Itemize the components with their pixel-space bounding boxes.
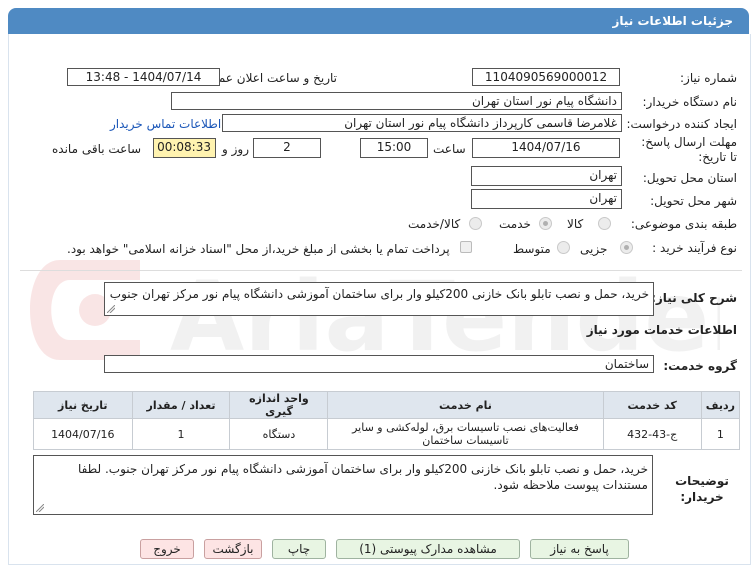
col-header-row-number: ردیف — [700, 391, 741, 419]
services-table: ردیف کد خدمت نام خدمت واحد اندازه گیری ت… — [33, 391, 741, 450]
creator-label: ایجاد کننده درخواست: — [626, 117, 737, 131]
category-option-service-label: خدمت — [499, 217, 531, 231]
process-label: نوع فرآیند خرید : — [652, 241, 737, 255]
days-field: 2 — [253, 138, 321, 158]
category-option-both-radio[interactable] — [469, 217, 482, 230]
buyer-org-field: دانشگاه پیام نور استان تهران — [171, 92, 622, 110]
category-option-goods-label: کالا — [567, 217, 584, 231]
days-label: روز و — [222, 142, 249, 156]
category-option-goods-radio[interactable] — [598, 217, 611, 230]
service-group-field: ساختمان — [104, 355, 654, 373]
buyer-notes-text: خرید، حمل و نصب تابلو بانک خازنی 200کیلو… — [77, 462, 648, 492]
deadline-date-field: 1404/07/16 — [472, 138, 620, 158]
description-label: شرح کلی نیاز: — [651, 291, 737, 305]
treasury-checkbox[interactable] — [460, 241, 472, 253]
col-header-need-date: تاریخ نیاز — [33, 391, 133, 419]
city-label: شهر محل تحویل: — [650, 194, 737, 208]
page-title: جزئیات اطلاعات نیاز — [612, 14, 733, 28]
announce-field: 1404/07/14 - 13:48 — [67, 68, 220, 86]
category-option-both-label: کالا/خدمت — [408, 217, 461, 231]
deadline-label: مهلت ارسال پاسخ: تا تاریخ: — [641, 135, 737, 164]
remaining-time-field: 00:08:33 — [153, 138, 216, 158]
separator — [20, 270, 742, 271]
deadline-time-field: 15:00 — [360, 138, 428, 158]
cell-row-number: 1 — [700, 418, 741, 450]
table-row: 1 ج-43-432 فعالیت‌های نصب تاسیسات برق، ل… — [33, 418, 741, 450]
process-option-medium-radio[interactable] — [557, 241, 570, 254]
buyer-notes-textarea[interactable]: خرید، حمل و نصب تابلو بانک خازنی 200کیلو… — [33, 455, 653, 515]
cell-quantity: 1 — [131, 418, 231, 450]
print-button[interactable]: چاپ — [272, 539, 326, 559]
description-textarea[interactable]: خرید، حمل و نصب تابلو بانک خازنی 200کیلو… — [104, 282, 654, 316]
description-text: خرید، حمل و نصب تابلو بانک خازنی 200کیلو… — [109, 287, 649, 301]
resize-handle-icon[interactable] — [107, 305, 115, 313]
services-section-title: اطلاعات خدمات مورد نیاز — [586, 323, 737, 337]
col-header-service-code: کد خدمت — [602, 391, 702, 419]
resize-handle-icon[interactable] — [36, 504, 44, 512]
buyer-notes-label: توضیحات خریدار: — [675, 474, 729, 504]
creator-field: غلامرضا قاسمی کارپرداز دانشگاه پیام نور … — [222, 114, 622, 132]
page-header: جزئیات اطلاعات نیاز — [8, 8, 749, 34]
col-header-unit: واحد اندازه گیری — [229, 391, 329, 419]
need-number-field: 1104090569000012 — [472, 68, 620, 86]
cell-service-code: ج-43-432 — [602, 418, 702, 450]
buyer-org-label: نام دستگاه خریدار: — [642, 95, 738, 109]
deadline-time-label: ساعت — [433, 142, 466, 156]
process-option-minor-label: جزیی — [580, 242, 608, 256]
province-field: تهران — [471, 166, 622, 186]
col-header-quantity: تعداد / مقدار — [131, 391, 231, 419]
province-label: استان محل تحویل: — [642, 171, 737, 185]
process-option-minor-radio[interactable] — [620, 241, 633, 254]
process-option-medium-label: متوسط — [513, 242, 551, 256]
cell-unit: دستگاه — [229, 418, 329, 450]
contact-info-link[interactable]: اطلاعات تماس خریدار — [110, 117, 221, 131]
cell-need-date: 1404/07/16 — [33, 418, 133, 450]
service-group-label: گروه خدمت: — [663, 359, 737, 373]
treasury-note: پرداخت تمام یا بخشی از مبلغ خرید،از محل … — [67, 242, 450, 256]
back-button[interactable]: بازگشت — [204, 539, 262, 559]
category-option-service-radio[interactable] — [539, 217, 552, 230]
reply-button[interactable]: پاسخ به نیاز — [530, 539, 629, 559]
remaining-label: ساعت باقی مانده — [52, 142, 142, 156]
category-label: طبقه بندی موضوعی: — [630, 217, 737, 231]
col-header-service-name: نام خدمت — [327, 391, 604, 419]
cell-service-name: فعالیت‌های نصب تاسیسات برق، لوله‌کشی و س… — [327, 418, 604, 450]
exit-button[interactable]: خروج — [140, 539, 194, 559]
need-number-label: شماره نیاز: — [680, 71, 737, 85]
view-attachments-button[interactable]: مشاهده مدارک پیوستی (1) — [336, 539, 520, 559]
table-header-row: ردیف کد خدمت نام خدمت واحد اندازه گیری ت… — [33, 391, 741, 419]
city-field: تهران — [471, 189, 622, 209]
